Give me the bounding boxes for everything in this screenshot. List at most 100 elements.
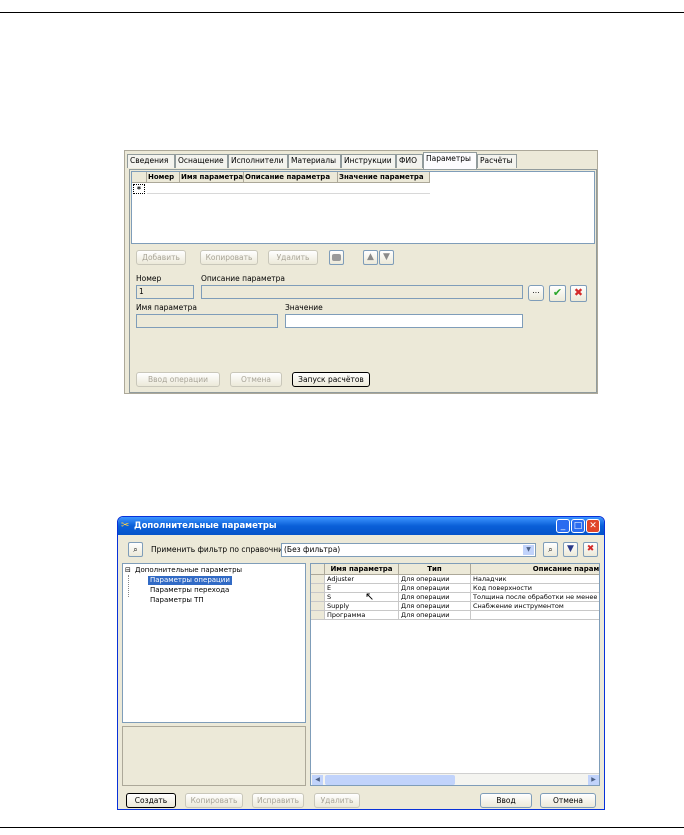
binoculars-icon: ⌕ [133, 545, 138, 554]
filter-button[interactable]: ▼ [563, 542, 578, 557]
clear-filter-icon: ✖ [586, 544, 595, 554]
close-icon: ✕ [589, 521, 597, 531]
cell-type: Для операции [399, 584, 471, 593]
find-button[interactable]: ⌕ [543, 542, 558, 557]
operation-parameters-form: Сведения Оснащение Исполнители Материалы… [124, 150, 598, 394]
grid-col-number[interactable]: Номер [147, 172, 180, 183]
name-label: Имя параметра [136, 303, 198, 312]
number-label: Номер [136, 274, 162, 283]
tab-calculations[interactable]: Расчёты [477, 154, 517, 168]
edit-button[interactable]: Исправить [252, 793, 304, 808]
close-button[interactable]: ✕ [586, 519, 600, 533]
browse-button[interactable]: ... [528, 285, 544, 301]
grid-row-header-corner [132, 172, 147, 183]
add-button[interactable]: Добавить [136, 250, 186, 265]
table-row[interactable]: Adjuster Для операции Наладчик [311, 575, 599, 584]
cell-type: Для операции [399, 593, 471, 602]
tab-equipment[interactable]: Оснащение [175, 154, 228, 168]
table-row-header-corner [311, 564, 325, 575]
confirm-button[interactable]: ✔ [549, 285, 566, 302]
tools-icon: ✂ [121, 520, 130, 531]
grid-new-row[interactable] [147, 184, 430, 194]
row-header [311, 602, 325, 611]
table-row[interactable]: Программа Для операции [311, 611, 599, 620]
arrow-down-icon: ▼ [383, 252, 390, 262]
create-button[interactable]: Создать [126, 793, 176, 808]
table-col-description[interactable]: Описание парамет [471, 564, 599, 575]
chevron-right-icon: ▶ [591, 776, 596, 783]
table-row[interactable]: S Для операции Толщина после обработки н… [311, 593, 599, 602]
grid-col-name[interactable]: Имя параметра [180, 172, 244, 183]
row-header [311, 584, 325, 593]
tab-info[interactable]: Сведения [127, 154, 175, 168]
grid-col-value[interactable]: Значение параметра [338, 172, 430, 183]
delete-param-button[interactable]: Удалить [314, 793, 360, 808]
tab-fio[interactable]: ФИО [396, 154, 423, 168]
cell-name: Программа [325, 611, 399, 620]
binoculars-button[interactable]: ⌕ [128, 542, 143, 557]
row-header [311, 593, 325, 602]
cell-description: Толщина после обработки не менее [471, 593, 599, 602]
cell-description [471, 611, 599, 620]
chevron-down-icon: ▼ [523, 545, 534, 555]
minimize-button[interactable]: _ [556, 519, 570, 533]
tree-item-transition-params[interactable]: Параметры перехода [148, 586, 231, 595]
maximize-button[interactable]: □ [571, 519, 585, 533]
value-label: Значение [285, 303, 323, 312]
name-field[interactable] [136, 314, 278, 328]
move-up-button[interactable]: ▲ [363, 250, 378, 265]
minimize-icon: _ [560, 521, 566, 531]
copy-button[interactable]: Копировать [200, 250, 258, 265]
cancel-button[interactable]: Отмена [230, 372, 282, 387]
check-icon: ✔ [552, 286, 563, 299]
table-col-name[interactable]: Имя параметра [325, 564, 399, 575]
filter-select-value: (Без фильтра) [284, 545, 341, 554]
delete-button[interactable]: Удалить [268, 250, 318, 265]
horizontal-scrollbar[interactable]: ◀ ▶ [311, 773, 599, 785]
scroll-right-button[interactable]: ▶ [588, 775, 599, 785]
discard-button[interactable]: ✖ [570, 285, 587, 302]
cell-name: S [325, 593, 399, 602]
top-rule [0, 12, 684, 13]
ok-button[interactable]: Ввод [480, 793, 532, 808]
description-field[interactable] [201, 285, 523, 299]
chevron-left-icon: ◀ [315, 776, 320, 783]
tree-item-operation-params[interactable]: Параметры операции [148, 576, 232, 585]
binoculars-icon: ⌕ [548, 545, 553, 554]
table-row[interactable]: Supply Для операции Снабжение инструмент… [311, 602, 599, 611]
scroll-left-button[interactable]: ◀ [312, 775, 323, 785]
eraser-button[interactable] [329, 250, 344, 265]
tab-instructions[interactable]: Инструкции [341, 154, 396, 168]
scroll-thumb[interactable] [325, 775, 455, 785]
filter-select[interactable]: (Без фильтра) ▼ [281, 543, 536, 557]
window-title-bar[interactable]: ✂ Дополнительные параметры [118, 517, 604, 535]
tab-parameters[interactable]: Параметры [423, 152, 477, 169]
value-field[interactable] [285, 314, 523, 328]
move-down-button[interactable]: ▼ [379, 250, 394, 265]
enter-operation-button[interactable]: Ввод операции [136, 372, 220, 387]
tree-root[interactable]: Дополнительные параметры [135, 566, 242, 575]
tab-materials[interactable]: Материалы [288, 154, 341, 168]
cell-description: Снабжение инструментом [471, 602, 599, 611]
maximize-icon: □ [573, 521, 583, 531]
cell-name: E [325, 584, 399, 593]
eraser-icon [332, 254, 341, 261]
cell-type: Для операции [399, 602, 471, 611]
table-row[interactable]: E Для операции Код поверхности [311, 584, 599, 593]
cancel-dialog-button[interactable]: Отмена [540, 793, 596, 808]
table-col-type[interactable]: Тип [399, 564, 471, 575]
cell-type: Для операции [399, 611, 471, 620]
run-calculations-button[interactable]: Запуск расчётов [292, 372, 370, 387]
grid-col-description[interactable]: Описание параметра [244, 172, 338, 183]
arrow-up-icon: ▲ [367, 252, 374, 262]
copy-param-button[interactable]: Копировать [185, 793, 243, 808]
tree-pane[interactable]: ⊟ Дополнительные параметры Параметры опе… [122, 563, 306, 723]
clear-filter-button[interactable]: ✖ [583, 542, 598, 557]
number-field[interactable]: 1 [136, 285, 194, 299]
tab-performers[interactable]: Исполнители [228, 154, 288, 168]
cell-name: Supply [325, 602, 399, 611]
tree-root-expander[interactable]: ⊟ [125, 566, 131, 575]
tree-item-tp-params[interactable]: Параметры ТП [148, 596, 206, 605]
cell-description: Код поверхности [471, 584, 599, 593]
parameters-table[interactable]: Имя параметра Тип Описание парамет Adjus… [310, 563, 600, 786]
